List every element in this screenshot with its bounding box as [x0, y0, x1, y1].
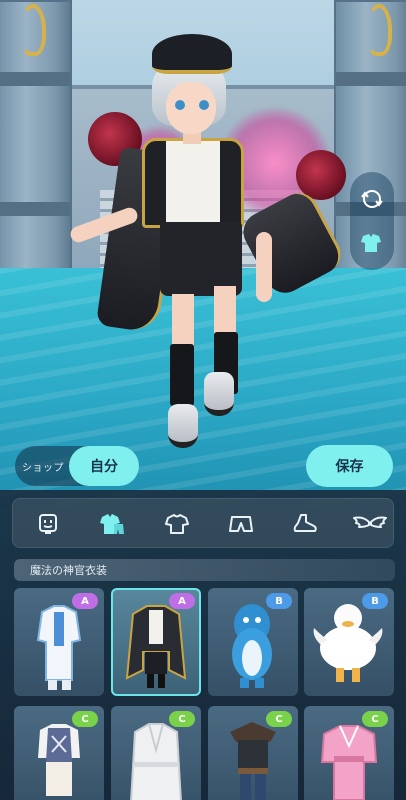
rank-badge: C	[362, 711, 388, 727]
category-pants[interactable]	[227, 510, 255, 538]
shoe-icon	[293, 514, 317, 532]
item-card-blue-whale-costume[interactable]: B	[208, 588, 298, 696]
tab-shop[interactable]: ショップ	[15, 446, 71, 486]
avatar-cape-right	[236, 186, 348, 300]
rank-badge: C	[169, 711, 195, 727]
rotate-view-button[interactable]	[357, 184, 387, 214]
tab-self[interactable]: 自分	[69, 446, 139, 486]
shop-self-toggle: ショップ 自分	[15, 446, 139, 486]
category-bar	[12, 498, 394, 548]
avatar-shoe	[168, 404, 198, 448]
avatar-shoe	[204, 372, 234, 416]
avatar-hat	[152, 34, 232, 74]
outfit-set-icon	[100, 514, 124, 534]
item-card-white-blue-suit[interactable]: A	[14, 588, 104, 696]
rank-badge: A	[169, 593, 195, 609]
side-tool-panel	[350, 172, 394, 270]
avatar-coat	[142, 138, 244, 228]
item-card-argyle-vest-outfit[interactable]: C	[14, 706, 104, 800]
category-outfit-set[interactable]	[98, 510, 126, 538]
set-name-label: 魔法の神官衣装	[30, 564, 107, 577]
shirt-icon	[165, 514, 189, 534]
face-icon	[39, 514, 57, 534]
category-face[interactable]	[34, 510, 62, 538]
player-avatar[interactable]	[0, 0, 406, 480]
item-card-adventurer-outfit[interactable]: C	[208, 706, 298, 800]
item-card-white-bathrobe[interactable]: C	[111, 706, 201, 800]
rank-badge: C	[266, 711, 292, 727]
rank-badge: B	[266, 593, 292, 609]
rank-badge: A	[72, 593, 98, 609]
pants-icon	[229, 516, 253, 532]
save-button[interactable]: 保存	[306, 445, 393, 487]
category-shirt[interactable]	[163, 510, 191, 538]
category-wings[interactable]	[353, 510, 387, 538]
item-card-white-duck-costume[interactable]: B	[304, 588, 394, 696]
item-card-pink-kimono[interactable]: C	[304, 706, 394, 800]
category-shoes[interactable]	[291, 510, 319, 538]
set-name-bar: 魔法の神官衣装	[14, 559, 395, 581]
outfit-icon	[361, 234, 381, 252]
avatar-face	[166, 82, 216, 134]
wings-icon	[353, 516, 387, 528]
avatar-arm	[256, 232, 272, 302]
rank-badge: B	[362, 593, 388, 609]
outfit-button[interactable]	[357, 228, 387, 258]
rank-badge: C	[72, 711, 98, 727]
rotate-view-icon	[361, 190, 383, 208]
avatar-shorts	[160, 222, 242, 296]
item-card-priest-outfit[interactable]: A	[111, 588, 201, 696]
